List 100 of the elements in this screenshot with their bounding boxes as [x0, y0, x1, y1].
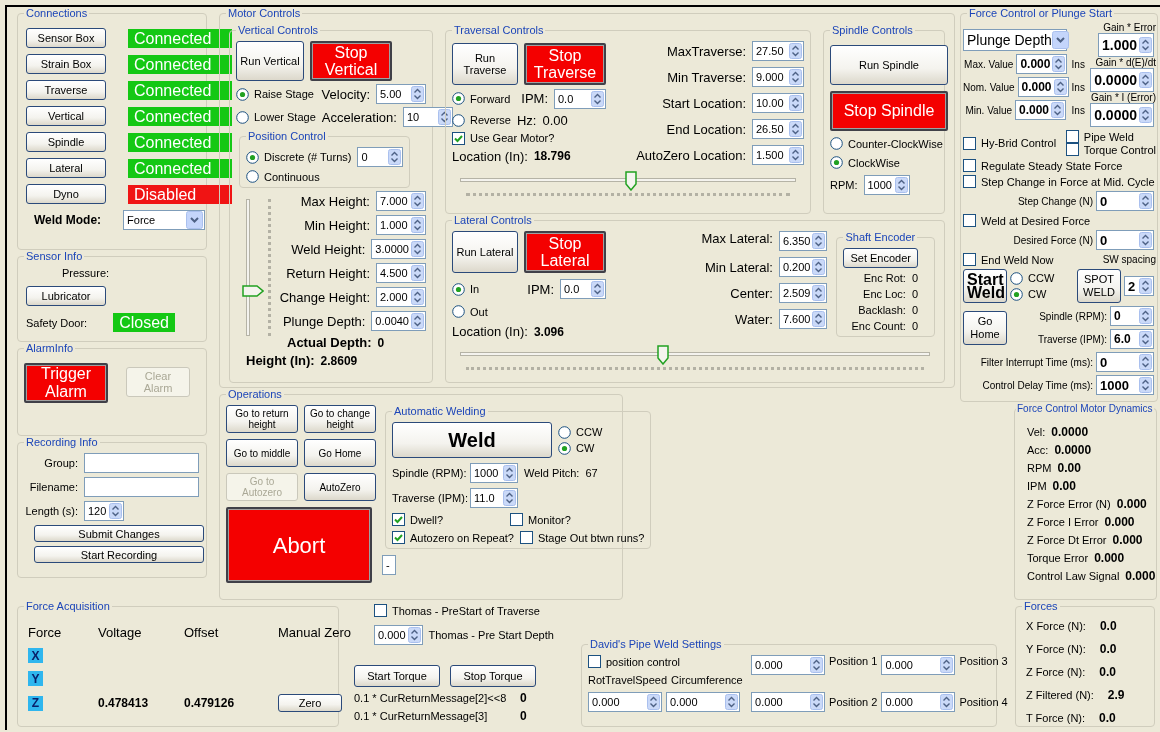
spin-box[interactable]: 0 [1096, 352, 1154, 372]
spin-box[interactable]: 1.000 [1097, 33, 1154, 57]
radio-button[interactable]: CW [1010, 287, 1047, 301]
button[interactable]: Lubricator [26, 286, 106, 306]
spin-box[interactable]: 0.0 [560, 279, 606, 299]
checkbox-icon[interactable] [1065, 130, 1079, 143]
button[interactable]: Strain Box [26, 54, 106, 74]
spin-buttons[interactable] [812, 259, 826, 275]
spin-buttons[interactable] [812, 233, 826, 249]
button[interactable]: Go Home [304, 439, 376, 467]
spin-buttons[interactable] [789, 121, 802, 137]
radio-button[interactable]: CW [558, 441, 595, 455]
button[interactable]: Run Vertical [236, 41, 304, 81]
spin-buttons[interactable] [1051, 102, 1065, 118]
radio-circle-icon[interactable] [558, 425, 571, 439]
spin-box[interactable]: 0.0000 [1090, 103, 1154, 127]
large-button[interactable]: Stop Spindle [830, 91, 948, 131]
slider-thumb[interactable] [242, 285, 264, 298]
checkbox[interactable]: Step Change in Force at Mid. Cycle [963, 175, 1155, 188]
slider-thumb[interactable] [656, 345, 669, 365]
spin-box[interactable]: 0.000 [1016, 54, 1068, 74]
dropdown[interactable]: Force [123, 210, 206, 230]
spin-buttons[interactable] [109, 503, 122, 519]
radio-button[interactable]: Lower Stage [236, 110, 316, 124]
radio-button[interactable]: ClockWise [830, 156, 900, 169]
spin-box[interactable]: 2 [1124, 276, 1154, 296]
spin-buttons[interactable] [894, 177, 908, 193]
spin-buttons[interactable] [411, 241, 424, 257]
checkbox[interactable]: Torque Control [1065, 143, 1156, 156]
spin-box[interactable]: 26.50 [752, 119, 804, 139]
button[interactable]: Run Spindle [830, 45, 948, 85]
slider-track[interactable] [460, 171, 796, 191]
text-field[interactable] [84, 453, 199, 473]
button[interactable]: Run Traverse [452, 42, 518, 85]
checkbox-icon[interactable] [392, 531, 405, 544]
spin-box[interactable]: 0 [1096, 230, 1154, 250]
spin-buttons[interactable] [789, 69, 802, 85]
checkbox[interactable]: Stage Out btwn runs? [519, 531, 645, 544]
spin-buttons[interactable] [1139, 72, 1152, 88]
spin-box[interactable]: 0 [1110, 306, 1154, 326]
spin-box[interactable]: 0.000 [374, 625, 423, 645]
spin-buttons[interactable] [503, 490, 516, 506]
text-field[interactable] [84, 477, 199, 497]
large-button[interactable]: Trigger Alarm [24, 363, 108, 403]
large-button[interactable]: Abort [226, 507, 372, 583]
spin-buttons[interactable] [411, 313, 424, 329]
spin-box[interactable]: 0.000 [1015, 100, 1067, 120]
spin-box[interactable]: 1000 [863, 175, 910, 195]
checkbox[interactable]: Weld at Desired Force [963, 214, 1091, 227]
spin-box[interactable]: 0.000 [881, 692, 956, 712]
button[interactable]: Start Torque [354, 665, 440, 687]
checkbox-icon[interactable] [963, 175, 976, 188]
spin-box[interactable]: 0.000 [1017, 77, 1069, 97]
spin-buttons[interactable] [789, 95, 802, 111]
checkbox[interactable]: position control [588, 655, 680, 668]
large-button[interactable]: Stop Lateral [524, 231, 606, 273]
spin-box[interactable]: 1.500 [752, 145, 804, 165]
checkbox-icon[interactable] [452, 131, 465, 145]
spin-buttons[interactable] [1139, 331, 1152, 347]
checkbox[interactable]: Hy-Brid Control [963, 136, 1057, 150]
radio-circle-icon[interactable] [236, 87, 249, 101]
large-button[interactable]: Weld [392, 422, 552, 458]
spin-buttons[interactable] [940, 657, 954, 673]
checkbox-icon[interactable] [510, 513, 523, 526]
checkbox-icon[interactable] [374, 604, 387, 617]
radio-button[interactable]: Forward [452, 92, 511, 105]
spin-buttons[interactable] [647, 694, 660, 710]
spin-buttons[interactable] [591, 90, 604, 107]
checkbox[interactable]: Thomas - PreStart of Traverse [374, 604, 540, 617]
checkbox[interactable]: Use Gear Motor? [452, 131, 555, 145]
button[interactable]: Vertical [26, 106, 106, 126]
radio-button[interactable]: Out [452, 305, 488, 318]
spin-box[interactable]: 3.0000 [371, 239, 426, 259]
spin-buttons[interactable] [1139, 354, 1152, 370]
spin-box[interactable]: 5.00 [376, 84, 426, 104]
spin-box[interactable]: 4.500 [376, 263, 426, 283]
spin-box[interactable]: 27.50 [752, 41, 804, 61]
radio-circle-icon[interactable] [452, 113, 465, 127]
spin-box[interactable]: 11.0 [470, 488, 518, 508]
button[interactable]: Sensor Box [26, 28, 106, 48]
spin-buttons[interactable] [940, 694, 954, 710]
radio-circle-icon[interactable] [246, 170, 259, 183]
radio-button[interactable]: CCW [1010, 271, 1055, 285]
spin-buttons[interactable] [810, 657, 824, 673]
spin-box[interactable]: 0.000 [588, 692, 662, 712]
checkbox-icon[interactable] [963, 159, 976, 172]
spin-buttons[interactable] [1053, 79, 1067, 95]
spin-box[interactable]: 1000 [470, 463, 518, 483]
checkbox[interactable]: Dwell? [392, 513, 504, 526]
spin-buttons[interactable] [810, 694, 824, 710]
checkbox-icon[interactable] [519, 531, 533, 544]
spin-box[interactable]: 0.000 [666, 692, 740, 712]
large-button[interactable]: Start Weld [963, 269, 1007, 303]
button[interactable]: Dyno [26, 184, 106, 204]
button[interactable]: Run Lateral [452, 231, 518, 273]
button[interactable]: Zero [278, 694, 342, 712]
button[interactable]: Go to middle [226, 439, 298, 467]
spin-box[interactable]: 10 [402, 107, 453, 127]
button[interactable]: Lateral [26, 158, 106, 178]
text-field[interactable]: - [382, 555, 396, 575]
